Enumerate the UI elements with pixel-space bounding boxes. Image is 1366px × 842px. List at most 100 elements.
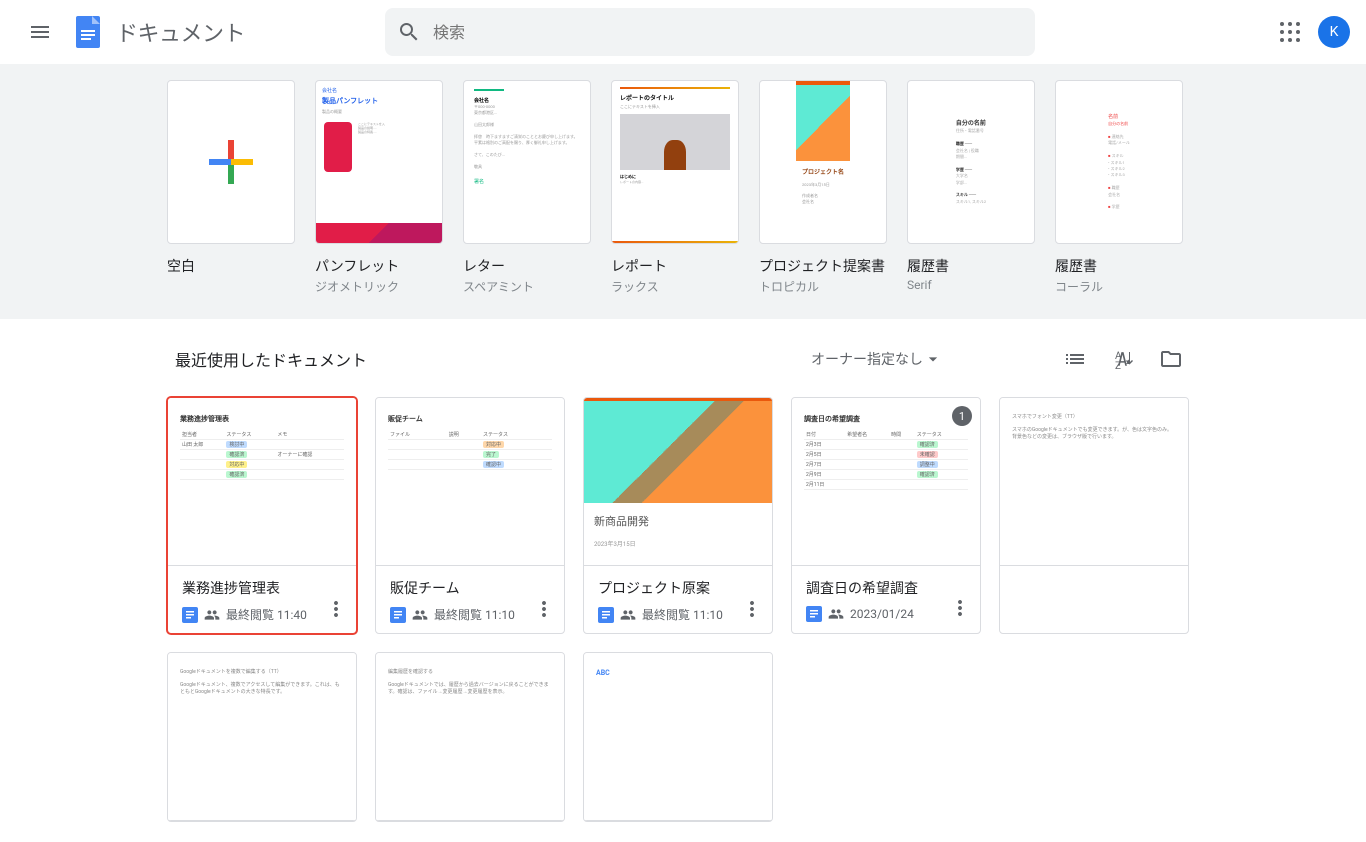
document-more-button[interactable] [532,597,556,621]
document-card[interactable]: 業務進捗管理表 担当者ステータスメモ山田 太郎検討中確認済オーナーに確認対応中確… [167,397,357,634]
document-thumbnail: 1 調査日の希望調査 日付希望者名時間ステータス2月3日確認済2月5日未確認2月… [792,398,980,566]
document-name: 調査日の希望調査 [806,578,966,598]
document-card[interactable]: ABC [583,652,773,822]
template-resume-coral[interactable]: 名前自分の名前■ 連絡先電話/メール■ スキル• スキル1• スキル2• スキル… [1055,80,1183,295]
shared-icon [412,607,428,623]
document-thumbnail: ABC [584,653,772,821]
thumb-text: ここにテキストを挿入 [620,104,730,110]
thumb-text: レポートのタイトル [620,93,730,102]
recent-docs-title: 最近使用したドキュメント [175,347,799,371]
template-name: 履歴書 [907,256,1035,276]
template-name: レポート [611,256,739,276]
search-input[interactable] [433,23,1035,42]
document-thumbnail: 編集履歴を確認するGoogleドキュメントでは、履歴から過去バージョンに戻ること… [376,653,564,821]
document-card[interactable]: 1 調査日の希望調査 日付希望者名時間ステータス2月3日確認済2月5日未確認2月… [791,397,981,634]
template-subtitle: ラックス [611,278,739,295]
template-pamphlet[interactable]: 会社名製品パンフレット製品の概要ここにテキストを入製品の説明.....製品の特長… [315,80,443,295]
document-card[interactable]: 編集履歴を確認するGoogleドキュメントでは、履歴から過去バージョンに戻ること… [375,652,565,822]
template-letter[interactable]: 会社名〒000-0000東京都港区...山田太郎様拝啓 時下ますますご清栄のこと… [463,80,591,295]
more-vert-icon [532,597,556,621]
templates-section: 空白 会社名製品パンフレット製品の概要ここにテキストを入製品の説明.....製品… [0,64,1366,319]
template-resume-serif[interactable]: 自分の名前住所・電話番号職歴 ━━━会社名 | 役職期間...学歴 ━━━大学名… [907,80,1035,295]
thumb-text: 調査日の希望調査 [804,414,968,424]
account-avatar[interactable]: K [1318,16,1350,48]
template-name: 空白 [167,256,295,276]
document-card[interactable]: 新商品開発 2023年3月15日 プロジェクト原案 最終閲覧 11:10 [583,397,773,634]
docs-logo[interactable] [68,12,108,52]
list-icon [1063,347,1087,371]
template-report[interactable]: レポートのタイトルここにテキストを挿入はじめにレポートの内容... レポート ラ… [611,80,739,295]
thumb-text: 新商品開発 [584,503,772,539]
docs-file-icon [806,606,822,622]
document-meta: 2023/01/24 [850,607,914,621]
documents-grid: 業務進捗管理表 担当者ステータスメモ山田 太郎検討中確認済オーナーに確認対応中確… [167,397,1199,822]
more-vert-icon [948,596,972,620]
document-more-button[interactable] [740,597,764,621]
sort-az-icon: AZ [1111,347,1135,371]
documents-section: 最近使用したドキュメント オーナー指定なし AZ 業務進捗管理表 担当者ステータ… [167,319,1199,842]
open-file-picker-button[interactable] [1151,339,1191,379]
folder-icon [1159,347,1183,371]
document-thumbnail: スマホでフォント変更（TT）スマホのGoogleドキュメントでも変更できます。が… [1000,398,1188,566]
shared-icon [620,607,636,623]
search-icon [385,8,433,56]
main-menu-button[interactable] [16,8,64,56]
owner-filter-dropdown[interactable]: オーナー指定なし [799,341,955,377]
document-name: 販促チーム [390,578,550,598]
sort-button[interactable]: AZ [1103,339,1143,379]
document-card[interactable]: スマホでフォント変更（TT）スマホのGoogleドキュメントでも変更できます。が… [999,397,1189,634]
document-meta: 最終閲覧 11:10 [642,606,723,623]
document-card[interactable]: Googleドキュメントを複数で編集する（TT）Googleドキュメント、複数で… [167,652,357,822]
template-subtitle: Serif [907,278,1035,292]
thumb-text: プロジェクト名 [796,161,850,182]
search-bar[interactable] [385,8,1035,56]
docs-file-icon [390,607,406,623]
document-more-button[interactable] [324,597,348,621]
more-vert-icon [324,597,348,621]
template-name: 履歴書 [1055,256,1183,276]
thumb-text: 2023年3月15日 [584,539,772,548]
document-thumbnail: Googleドキュメントを複数で編集する（TT）Googleドキュメント、複数で… [168,653,356,821]
docs-file-icon [182,607,198,623]
document-name: 業務進捗管理表 [182,578,342,598]
owner-filter-label: オーナー指定なし [811,349,923,369]
template-subtitle: コーラル [1055,278,1183,295]
thumb-text: 自分の名前 [956,119,986,129]
template-subtitle: スペアミント [463,278,591,295]
menu-icon [28,20,52,44]
templates-row: 空白 会社名製品パンフレット製品の概要ここにテキストを入製品の説明.....製品… [167,80,1199,295]
document-thumbnail: 販促チーム ファイル説明ステータス対応中完了確認中 [376,398,564,566]
chevron-down-icon [923,349,943,369]
docs-logo-icon [70,14,106,50]
docs-file-icon [598,607,614,623]
thumb-text: 会社名 [322,87,436,94]
document-meta: 最終閲覧 11:10 [434,606,515,623]
apps-icon [1280,22,1300,42]
shared-icon [204,607,220,623]
document-thumbnail: 業務進捗管理表 担当者ステータスメモ山田 太郎検討中確認済オーナーに確認対応中確… [168,398,356,566]
template-name: プロジェクト提案書 [759,256,887,276]
template-name: レター [463,256,591,276]
thumb-text: 販促チーム [388,414,552,424]
document-thumbnail: 新商品開発 2023年3月15日 [584,398,772,566]
template-blank[interactable]: 空白 [167,80,295,295]
template-subtitle: トロピカル [759,278,887,295]
template-name: パンフレット [315,256,443,276]
template-project-proposal[interactable]: プロジェクト名2023年3月15日作成者名会社名 プロジェクト提案書 トロピカル [759,80,887,295]
list-view-button[interactable] [1055,339,1095,379]
documents-header: 最近使用したドキュメント オーナー指定なし AZ [167,339,1199,379]
thumb-text: 製品パンフレット [322,96,436,106]
template-subtitle: ジオメトリック [315,278,443,295]
svg-text:Z: Z [1115,361,1121,371]
notification-badge: 1 [952,406,972,426]
google-apps-button[interactable] [1270,12,1310,52]
document-more-button[interactable] [948,596,972,620]
document-meta: 最終閲覧 11:40 [226,606,307,623]
thumb-text: 業務進捗管理表 [180,414,344,424]
more-vert-icon [740,597,764,621]
shared-icon [828,606,844,622]
app-title: ドキュメント [116,16,245,48]
header: ドキュメント K [0,0,1366,64]
document-card[interactable]: 販促チーム ファイル説明ステータス対応中完了確認中 販促チーム 最終閲覧 11:… [375,397,565,634]
thumb-text: 自分の名前 [1108,121,1130,127]
